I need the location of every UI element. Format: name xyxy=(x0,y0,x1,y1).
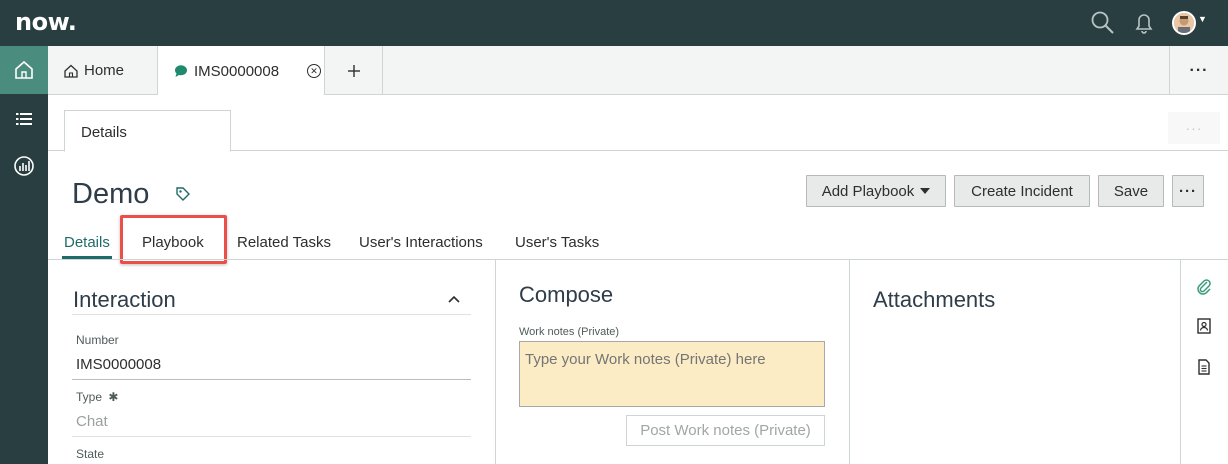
number-underline xyxy=(72,379,471,380)
save-button[interactable]: Save xyxy=(1098,175,1164,207)
left-nav-rail xyxy=(0,46,48,464)
tab-home-label: Home xyxy=(84,62,125,79)
rtab-related-tasks[interactable]: Related Tasks xyxy=(237,234,331,251)
type-value[interactable]: Chat xyxy=(76,413,108,430)
close-icon[interactable]: ✕ xyxy=(307,64,322,78)
tag-icon[interactable] xyxy=(175,186,191,207)
section-divider xyxy=(72,314,471,315)
type-label-text: Type xyxy=(76,390,103,404)
type-underline xyxy=(72,436,471,437)
workspace-tab-strip: Home IMS0000008 ✕ ··· xyxy=(48,46,1228,96)
servicenow-logo[interactable]: now. xyxy=(15,8,77,36)
analytics-icon xyxy=(14,156,34,176)
rail-home[interactable] xyxy=(0,46,48,94)
attachments-heading: Attachments xyxy=(873,287,996,312)
tab-record-label: IMS0000008 xyxy=(194,62,280,80)
record-title: Demo xyxy=(72,178,150,210)
rail-list[interactable] xyxy=(0,95,48,143)
column-divider xyxy=(495,260,496,464)
home-icon xyxy=(15,60,33,79)
bell-icon[interactable] xyxy=(1131,10,1157,36)
interaction-heading: Interaction xyxy=(73,287,176,312)
rtab-users-tasks[interactable]: User's Tasks xyxy=(515,234,599,251)
collapse-chevron-icon[interactable] xyxy=(447,292,461,311)
rtab-details[interactable]: Details xyxy=(64,234,110,251)
plus-icon xyxy=(347,64,360,77)
compose-heading: Compose xyxy=(519,282,614,307)
add-tab-button[interactable] xyxy=(325,46,383,95)
number-label: Number xyxy=(76,333,119,347)
column-divider xyxy=(849,260,850,464)
post-worknotes-button[interactable]: Post Work notes (Private) xyxy=(626,415,825,446)
subnav-more-button[interactable]: ··· xyxy=(1168,112,1220,144)
document-icon[interactable] xyxy=(1194,357,1214,377)
avatar[interactable] xyxy=(1172,11,1196,35)
paperclip-icon[interactable] xyxy=(1194,277,1214,297)
tab-home[interactable]: Home xyxy=(48,46,158,95)
chevron-down-icon[interactable]: ▼ xyxy=(1198,14,1207,24)
rail-analytics[interactable] xyxy=(0,142,48,190)
add-playbook-label: Add Playbook xyxy=(821,182,915,200)
top-header: now. ▼ xyxy=(0,0,1228,46)
add-playbook-button[interactable]: Add Playbook xyxy=(806,175,946,207)
tab-record[interactable]: IMS0000008 ✕ xyxy=(158,46,325,96)
record-more-button[interactable]: ··· xyxy=(1172,175,1204,207)
type-label: Type ✱ xyxy=(76,390,118,404)
tabs-divider xyxy=(48,259,1228,260)
home-icon xyxy=(64,64,78,78)
required-asterisk-icon: ✱ xyxy=(108,390,119,404)
caret-down-icon xyxy=(920,188,931,194)
subtab-details[interactable]: Details xyxy=(64,110,231,152)
playbook-highlight-box xyxy=(120,215,227,264)
tab-overflow-button[interactable]: ··· xyxy=(1169,46,1228,95)
number-value[interactable]: IMS0000008 xyxy=(76,356,161,373)
rtab-users-interactions[interactable]: User's Interactions xyxy=(359,234,483,251)
contact-card-icon[interactable] xyxy=(1194,316,1214,336)
worknotes-label: Work notes (Private) xyxy=(519,326,620,338)
sub-navigation: Details ··· xyxy=(48,95,1228,152)
chat-icon xyxy=(174,65,187,77)
column-divider xyxy=(1180,260,1181,464)
search-icon[interactable] xyxy=(1090,10,1116,36)
list-icon xyxy=(16,113,32,125)
worknotes-input[interactable] xyxy=(519,341,825,407)
state-label: State xyxy=(76,447,105,461)
create-incident-button[interactable]: Create Incident xyxy=(954,175,1090,207)
